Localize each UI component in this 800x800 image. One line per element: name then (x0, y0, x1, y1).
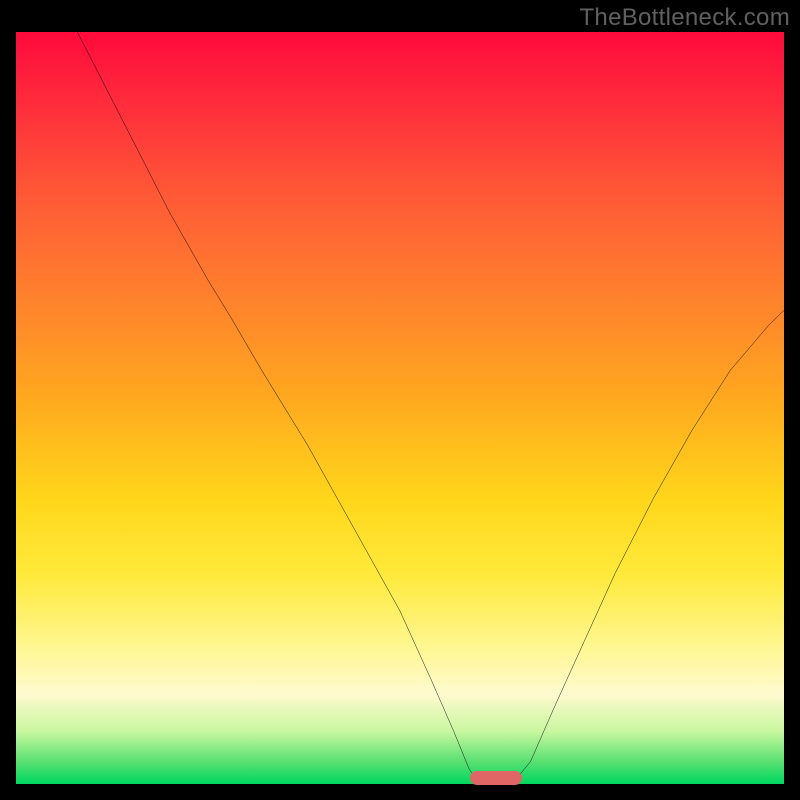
chart-frame: TheBottleneck.com (0, 0, 800, 800)
plot-area (16, 32, 784, 784)
bottleneck-min-marker (470, 771, 522, 785)
bottleneck-curve (16, 32, 784, 784)
watermark-text: TheBottleneck.com (579, 4, 790, 32)
